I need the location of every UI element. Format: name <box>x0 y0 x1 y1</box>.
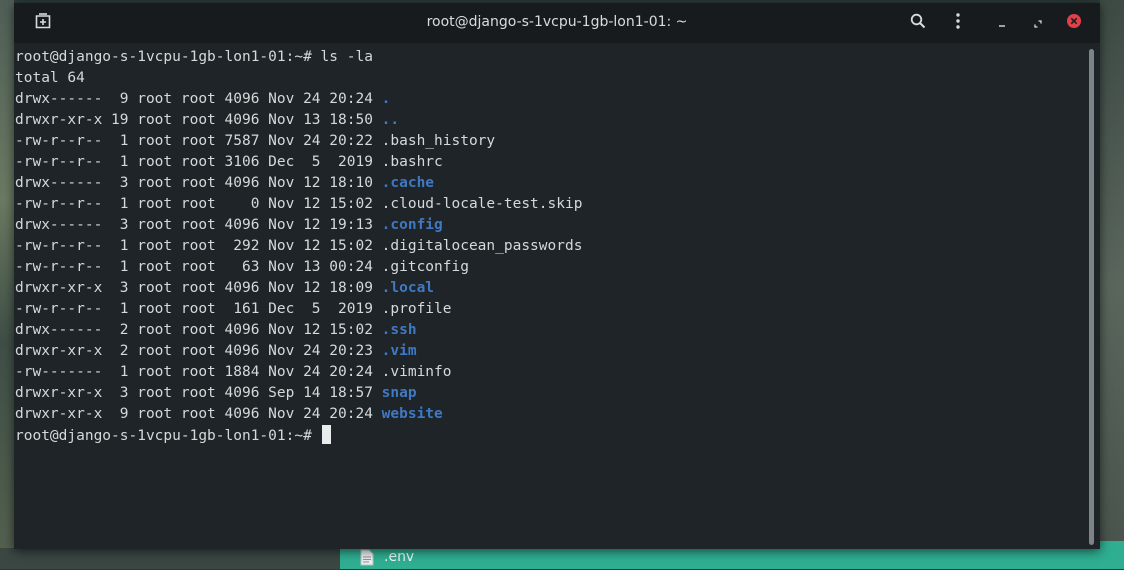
terminal-line-text: -rw------- 1 root root 1884 Nov 24 20:24 <box>15 364 382 380</box>
close-button[interactable] <box>1062 11 1086 35</box>
terminal-line-text: drwx------ 3 root root 4096 Nov 12 19:13 <box>15 217 382 233</box>
window-title: root@django-s-1vcpu-1gb-lon1-01: ~ <box>426 14 688 30</box>
search-icon <box>910 13 926 33</box>
terminal-line-text: -rw-r--r-- 1 root root 161 Dec 5 2019 <box>15 301 382 317</box>
terminal-line: drwx------ 3 root root 4096 Nov 12 18:10… <box>15 173 1085 194</box>
directory-name: website <box>381 406 443 422</box>
terminal-line-text: drwxr-xr-x 2 root root 4096 Nov 24 20:23 <box>15 343 382 359</box>
file-name: .gitconfig <box>381 259 469 275</box>
terminal-line-text: -rw-r--r-- 1 root root 63 Nov 13 00:24 <box>15 259 382 275</box>
terminal-window: root@django-s-1vcpu-1gb-lon1-01: ~ root@… <box>14 3 1100 549</box>
directory-name: .local <box>381 280 435 296</box>
terminal-line: -rw-r--r-- 1 root root 3106 Dec 5 2019 .… <box>15 152 1085 173</box>
terminal-line-text: drwx------ 3 root root 4096 Nov 12 18:10 <box>15 175 382 191</box>
directory-name: . <box>381 91 391 107</box>
terminal-prompt: root@django-s-1vcpu-1gb-lon1-01:~# <box>15 428 321 444</box>
desktop-background-right <box>1100 0 1124 569</box>
terminal-line: -rw------- 1 root root 1884 Nov 24 20:24… <box>15 362 1085 383</box>
file-name: .bash_history <box>381 133 496 149</box>
terminal-cursor <box>321 425 331 444</box>
terminal-line-text: drwx------ 9 root root 4096 Nov 24 20:24 <box>15 91 382 107</box>
file-name: .viminfo <box>381 364 452 380</box>
terminal-line-text: -rw-r--r-- 1 root root 3106 Dec 5 2019 <box>15 154 382 170</box>
terminal-line: drwxr-xr-x 2 root root 4096 Nov 24 20:23… <box>15 341 1085 362</box>
terminal-line: drwx------ 2 root root 4096 Nov 12 15:02… <box>15 320 1085 341</box>
terminal-line-text: -rw-r--r-- 1 root root 7587 Nov 24 20:22 <box>15 133 382 149</box>
file-name: .bashrc <box>381 154 443 170</box>
scrollbar-thumb[interactable] <box>1089 49 1094 545</box>
directory-name: .cache <box>381 175 435 191</box>
terminal-line: total 64 <box>15 68 1085 89</box>
directory-name: .. <box>381 112 400 128</box>
terminal-line: drwx------ 9 root root 4096 Nov 24 20:24… <box>15 89 1085 110</box>
close-icon <box>1066 13 1082 33</box>
directory-name: .ssh <box>381 322 417 338</box>
file-name: .digitalocean_passwords <box>381 238 583 254</box>
document-icon <box>360 549 374 566</box>
terminal-output[interactable]: root@django-s-1vcpu-1gb-lon1-01:~# ls -l… <box>15 47 1085 547</box>
terminal-line: drwxr-xr-x 3 root root 4096 Nov 12 18:09… <box>15 278 1085 299</box>
title-bar[interactable]: root@django-s-1vcpu-1gb-lon1-01: ~ <box>14 3 1100 43</box>
maximize-icon <box>1033 14 1043 33</box>
file-name: .profile <box>381 301 452 317</box>
terminal-line-text: -rw-r--r-- 1 root root 292 Nov 12 15:02 <box>15 238 382 254</box>
terminal-prompt-line: root@django-s-1vcpu-1gb-lon1-01:~# <box>15 425 1085 446</box>
terminal-line-text: drwxr-xr-x 9 root root 4096 Nov 24 20:24 <box>15 406 382 422</box>
terminal-line: -rw-r--r-- 1 root root 292 Nov 12 15:02 … <box>15 236 1085 257</box>
search-button[interactable] <box>906 11 930 35</box>
maximize-button[interactable] <box>1026 11 1050 35</box>
desktop-file-label: .env <box>384 549 415 565</box>
terminal-line-text: -rw-r--r-- 1 root root 0 Nov 12 15:02 <box>15 196 382 212</box>
terminal-line-text: total 64 <box>15 70 85 86</box>
kebab-menu-icon <box>955 13 961 33</box>
terminal-line: -rw-r--r-- 1 root root 63 Nov 13 00:24 .… <box>15 257 1085 278</box>
terminal-line-text: drwxr-xr-x 19 root root 4096 Nov 13 18:5… <box>15 112 382 128</box>
directory-name: .config <box>381 217 443 233</box>
terminal-line: drwx------ 3 root root 4096 Nov 12 19:13… <box>15 215 1085 236</box>
terminal-line: -rw-r--r-- 1 root root 0 Nov 12 15:02 .c… <box>15 194 1085 215</box>
directory-name: snap <box>381 385 417 401</box>
terminal-line: root@django-s-1vcpu-1gb-lon1-01:~# ls -l… <box>15 47 1085 68</box>
terminal-line-text: drwx------ 2 root root 4096 Nov 12 15:02 <box>15 322 382 338</box>
menu-button[interactable] <box>946 11 970 35</box>
terminal-line: drwxr-xr-x 9 root root 4096 Nov 24 20:24… <box>15 404 1085 425</box>
terminal-line: drwxr-xr-x 19 root root 4096 Nov 13 18:5… <box>15 110 1085 131</box>
terminal-line: drwxr-xr-x 3 root root 4096 Sep 14 18:57… <box>15 383 1085 404</box>
terminal-line-text: drwxr-xr-x 3 root root 4096 Sep 14 18:57 <box>15 385 382 401</box>
terminal-line-text: drwxr-xr-x 3 root root 4096 Nov 12 18:09 <box>15 280 382 296</box>
directory-name: .vim <box>381 343 417 359</box>
minimize-icon <box>997 14 1007 33</box>
minimize-button[interactable] <box>990 11 1014 35</box>
desktop-background-left <box>0 0 14 569</box>
terminal-line: -rw-r--r-- 1 root root 7587 Nov 24 20:22… <box>15 131 1085 152</box>
file-name: .cloud-locale-test.skip <box>381 196 583 212</box>
scrollbar[interactable] <box>1088 49 1096 547</box>
terminal-line: -rw-r--r-- 1 root root 161 Dec 5 2019 .p… <box>15 299 1085 320</box>
desktop-file-env[interactable]: .env <box>360 548 414 566</box>
terminal-line-text: root@django-s-1vcpu-1gb-lon1-01:~# ls -l… <box>15 49 373 65</box>
